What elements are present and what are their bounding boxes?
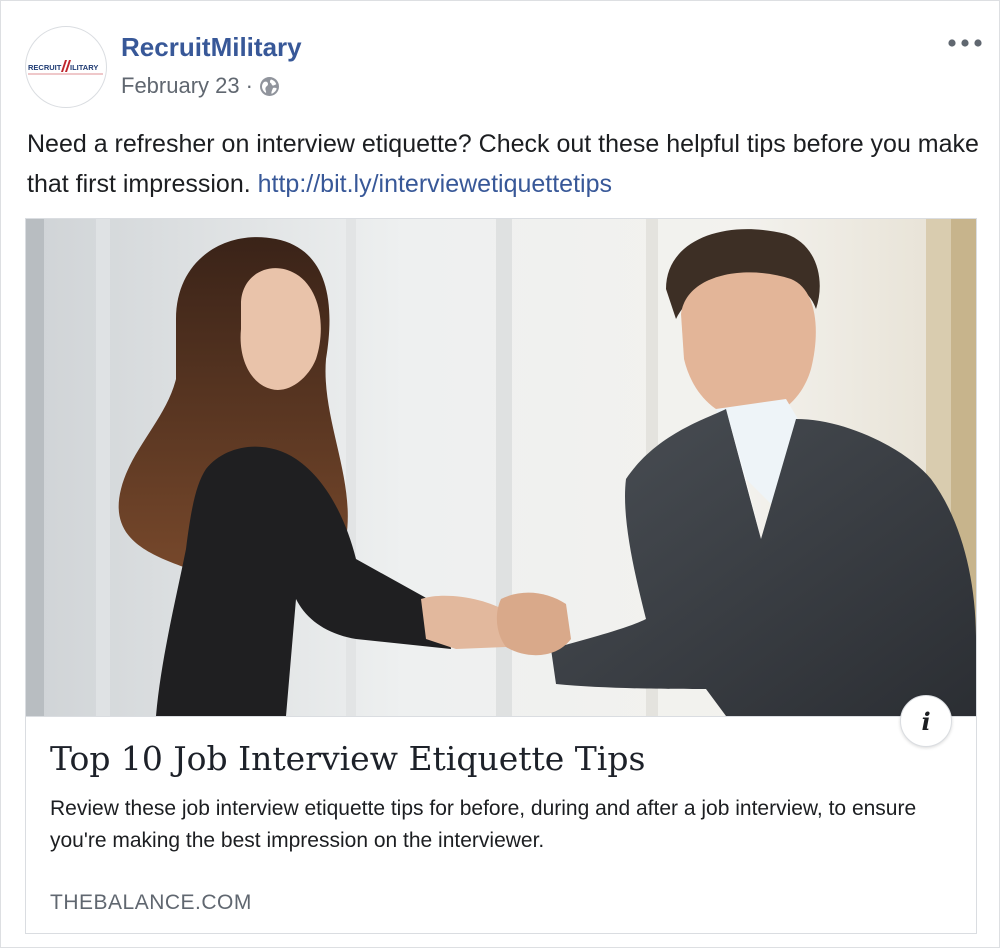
meta-separator: · — [245, 73, 253, 98]
more-options-icon[interactable] — [945, 31, 985, 55]
post-date[interactable]: February 23 — [121, 73, 240, 99]
link-card-domain: THEBALANCE.COM — [50, 891, 252, 914]
link-preview-image[interactable] — [26, 219, 976, 717]
page-avatar[interactable]: RECRUIT ILITARY — [25, 26, 107, 108]
link-card-title[interactable]: Top 10 Job Interview Etiquette Tips — [50, 739, 645, 778]
handshake-photo — [26, 219, 976, 716]
globe-icon[interactable] — [259, 76, 280, 97]
recruitmilitary-logo: RECRUIT ILITARY — [28, 60, 103, 75]
page-name-link[interactable]: RecruitMilitary — [121, 32, 302, 63]
svg-text:ILITARY: ILITARY — [70, 63, 98, 72]
link-card-description: Review these job interview etiquette tip… — [50, 797, 917, 852]
svg-text:RECRUIT: RECRUIT — [28, 63, 62, 72]
facebook-post: RECRUIT ILITARY RecruitMilitary February… — [0, 0, 1000, 948]
link-preview-card[interactable]: i Top 10 Job Interview Etiquette Tips Re… — [25, 218, 977, 934]
info-icon[interactable]: i — [900, 695, 952, 747]
post-message: Need a refresher on interview etiquette?… — [27, 124, 987, 204]
post-meta: February 23 · — [121, 73, 280, 99]
post-link[interactable]: http://bit.ly/interviewetiquettetips — [258, 170, 612, 198]
